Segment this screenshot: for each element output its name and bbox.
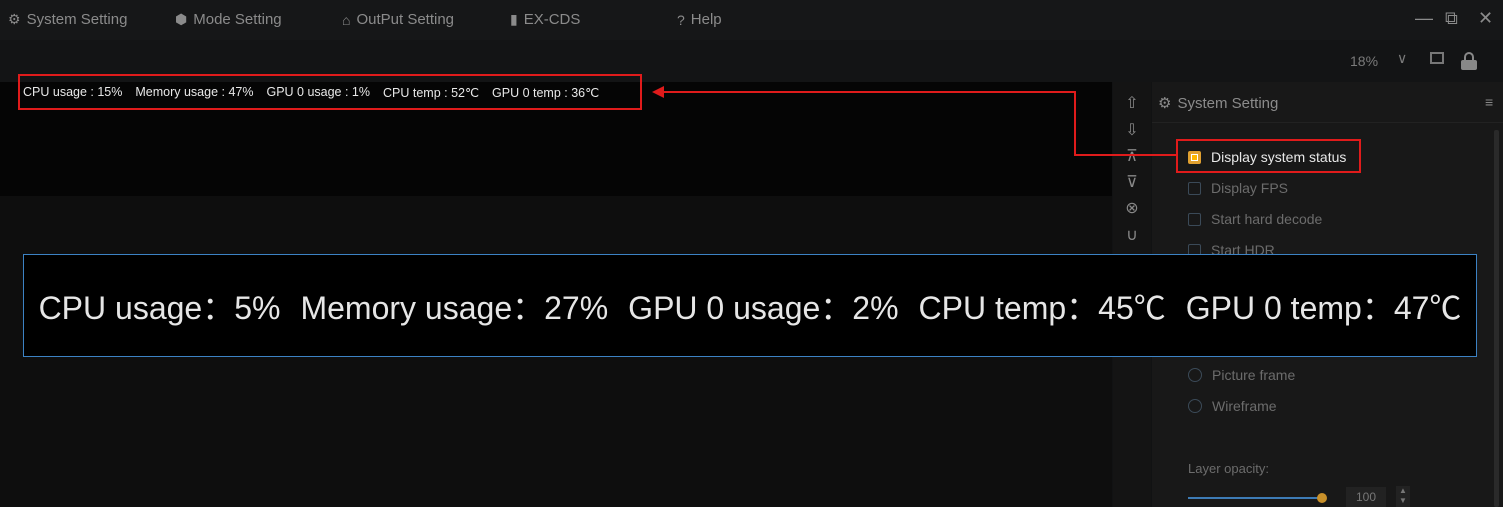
cpu-usage-large: CPU usage：5% <box>38 289 281 326</box>
memory-usage-large: Memory usage：27% <box>300 289 609 326</box>
gpu-usage-large: GPU 0 usage：2% <box>628 289 899 326</box>
gpu-temp-large: GPU 0 temp：47℃ <box>1185 289 1462 326</box>
cpu-temp-large: CPU temp：45℃ <box>918 289 1166 326</box>
system-status-zoom: CPU usage：5% Memory usage：27% GPU 0 usag… <box>23 254 1477 357</box>
